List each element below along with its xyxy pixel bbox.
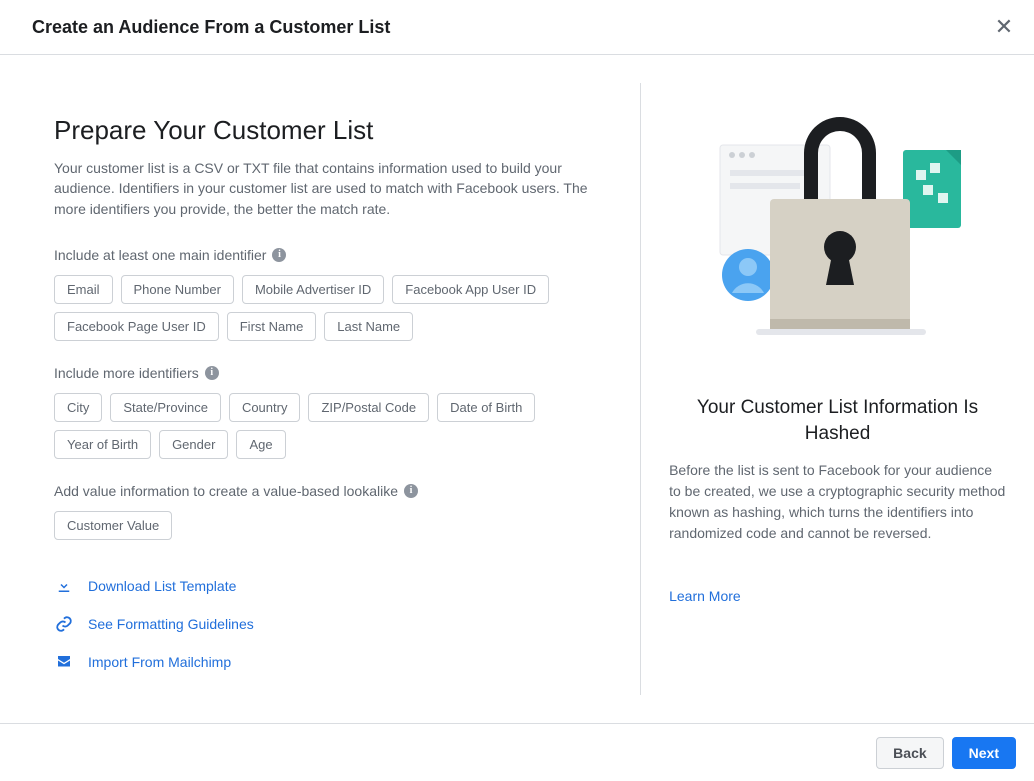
modal-header: Create an Audience From a Customer List … [0, 0, 1034, 55]
chip-city[interactable]: City [54, 393, 102, 422]
chip-yob[interactable]: Year of Birth [54, 430, 151, 459]
modal-title: Create an Audience From a Customer List [32, 17, 390, 38]
next-button[interactable]: Next [952, 737, 1016, 769]
more-identifiers-title: Include more identifiers i [54, 365, 598, 381]
chip-dob[interactable]: Date of Birth [437, 393, 535, 422]
import-mailchimp-link[interactable]: Import From Mailchimp [54, 652, 598, 672]
formatting-guidelines-link[interactable]: See Formatting Guidelines [54, 614, 598, 634]
download-template-link[interactable]: Download List Template [54, 576, 598, 596]
download-icon [54, 576, 74, 596]
main-identifiers-title: Include at least one main identifier i [54, 247, 598, 263]
chip-customer-value[interactable]: Customer Value [54, 511, 172, 540]
chip-fb-page-user-id[interactable]: Facebook Page User ID [54, 312, 219, 341]
import-icon [54, 652, 74, 672]
back-button[interactable]: Back [876, 737, 943, 769]
info-icon[interactable]: i [205, 366, 219, 380]
chip-country[interactable]: Country [229, 393, 301, 422]
modal-body: Prepare Your Customer List Your customer… [0, 55, 1034, 723]
chip-fb-app-user-id[interactable]: Facebook App User ID [392, 275, 549, 304]
hash-illustration [708, 115, 968, 355]
value-section: Add value information to create a value-… [54, 483, 598, 540]
link-icon [54, 614, 74, 634]
more-identifiers-section: Include more identifiers i City State/Pr… [54, 365, 598, 459]
chip-mobile-advertiser-id[interactable]: Mobile Advertiser ID [242, 275, 384, 304]
chip-first-name[interactable]: First Name [227, 312, 317, 341]
main-identifiers-section: Include at least one main identifier i E… [54, 247, 598, 341]
right-panel: Your Customer List Information Is Hashed… [641, 55, 1034, 723]
chip-age[interactable]: Age [236, 430, 285, 459]
chip-phone[interactable]: Phone Number [121, 275, 234, 304]
chip-last-name[interactable]: Last Name [324, 312, 413, 341]
actions: Download List Template See Formatting Gu… [54, 576, 598, 672]
left-panel: Prepare Your Customer List Your customer… [0, 83, 641, 695]
right-heading: Your Customer List Information Is Hashed [669, 395, 1006, 446]
main-identifier-chips: Email Phone Number Mobile Advertiser ID … [54, 275, 598, 341]
chip-gender[interactable]: Gender [159, 430, 228, 459]
modal-footer: Back Next [0, 723, 1034, 781]
page-title: Prepare Your Customer List [54, 115, 598, 146]
page-description: Your customer list is a CSV or TXT file … [54, 158, 598, 219]
chip-zip[interactable]: ZIP/Postal Code [308, 393, 429, 422]
value-chips: Customer Value [54, 511, 598, 540]
info-icon[interactable]: i [272, 248, 286, 262]
close-button[interactable]: ✕ [992, 14, 1016, 40]
more-identifier-chips: City State/Province Country ZIP/Postal C… [54, 393, 598, 459]
value-section-title: Add value information to create a value-… [54, 483, 598, 499]
learn-more-link[interactable]: Learn More [669, 588, 741, 604]
chip-state[interactable]: State/Province [110, 393, 221, 422]
info-icon[interactable]: i [404, 484, 418, 498]
chip-email[interactable]: Email [54, 275, 113, 304]
right-text: Before the list is sent to Facebook for … [669, 460, 1006, 544]
